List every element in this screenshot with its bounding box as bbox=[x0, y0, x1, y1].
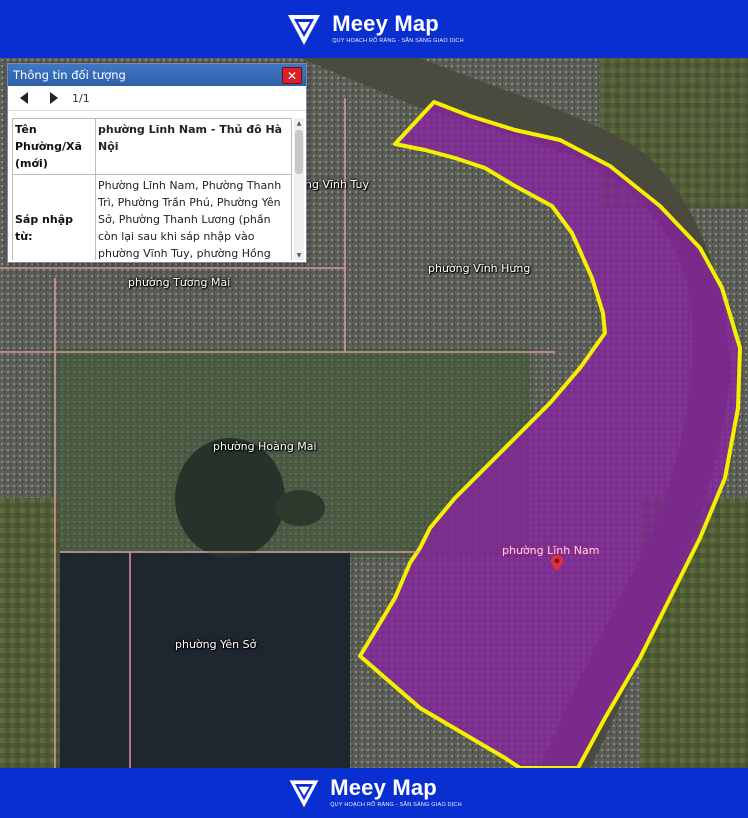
brand-name: Meey Map bbox=[330, 775, 437, 801]
page-indicator: 1/1 bbox=[72, 91, 90, 105]
popup-scrollbar[interactable]: ▲ ▼ bbox=[294, 118, 304, 260]
info-table: Tên Phường/Xã (mới) phường Lĩnh Nam - Th… bbox=[12, 118, 292, 260]
brand-tagline: QUY HOẠCH RÕ RÀNG - SẴN SÀNG GIAO DỊCH bbox=[332, 38, 464, 45]
popup-header: Thông tin đối tượng ✕ bbox=[8, 64, 306, 86]
scroll-down-icon[interactable]: ▼ bbox=[294, 250, 304, 260]
map-label-yen-so: phường Yên Sở bbox=[175, 638, 257, 651]
object-info-popup: Thông tin đối tượng ✕ 1/1 Tên Phường/Xã … bbox=[7, 63, 307, 263]
map-label-vinh-hung: phường Vĩnh Hưng bbox=[428, 262, 531, 275]
close-icon: ✕ bbox=[286, 68, 298, 83]
brand-name: Meey Map bbox=[332, 11, 439, 37]
brand-logo: Meey Map QUY HOẠCH RÕ RÀNG - SẴN SÀNG GI… bbox=[284, 9, 464, 49]
table-row: Tên Phường/Xã (mới) phường Lĩnh Nam - Th… bbox=[12, 118, 292, 175]
scroll-up-icon[interactable]: ▲ bbox=[294, 118, 304, 128]
map-label-vinh-tuy: ng Vĩnh Tuy bbox=[305, 178, 370, 191]
meey-logo-icon bbox=[288, 15, 321, 45]
row-key: Sáp nhập từ: bbox=[12, 174, 96, 260]
pager: 1/1 bbox=[8, 86, 306, 111]
meey-logo-icon bbox=[289, 780, 319, 808]
top-banner: Meey Map QUY HOẠCH RÕ RÀNG - SẴN SÀNG GI… bbox=[0, 0, 748, 58]
popup-title: Thông tin đối tượng bbox=[13, 68, 126, 82]
table-row: Sáp nhập từ: Phường Lĩnh Nam, Phường Tha… bbox=[12, 174, 292, 260]
next-arrow-icon[interactable] bbox=[46, 90, 62, 106]
location-pin-icon[interactable] bbox=[551, 555, 563, 571]
map-label-hoang-mai: phường Hoàng Mai bbox=[213, 440, 317, 453]
row-value: Phường Lĩnh Nam, Phường Thanh Trì, Phườn… bbox=[95, 174, 292, 260]
bottom-banner: Meey Map QUY HOẠCH RÕ RÀNG - SẴN SÀNG GI… bbox=[0, 768, 748, 818]
close-button[interactable]: ✕ bbox=[282, 67, 302, 84]
info-table-wrap[interactable]: Tên Phường/Xã (mới) phường Lĩnh Nam - Th… bbox=[12, 118, 292, 260]
scroll-thumb[interactable] bbox=[295, 130, 303, 174]
brand-tagline: QUY HOẠCH RÕ RÀNG - SẴN SÀNG GIAO DỊCH bbox=[330, 802, 462, 809]
brand-logo: Meey Map QUY HOẠCH RÕ RÀNG - SẴN SÀNG GI… bbox=[286, 775, 462, 811]
row-value: phường Lĩnh Nam - Thủ đô Hà Nội bbox=[95, 118, 292, 175]
row-key: Tên Phường/Xã (mới) bbox=[12, 118, 96, 175]
prev-arrow-icon[interactable] bbox=[16, 90, 32, 106]
map-label-tuong-mai: phường Tương Mai bbox=[128, 276, 231, 289]
